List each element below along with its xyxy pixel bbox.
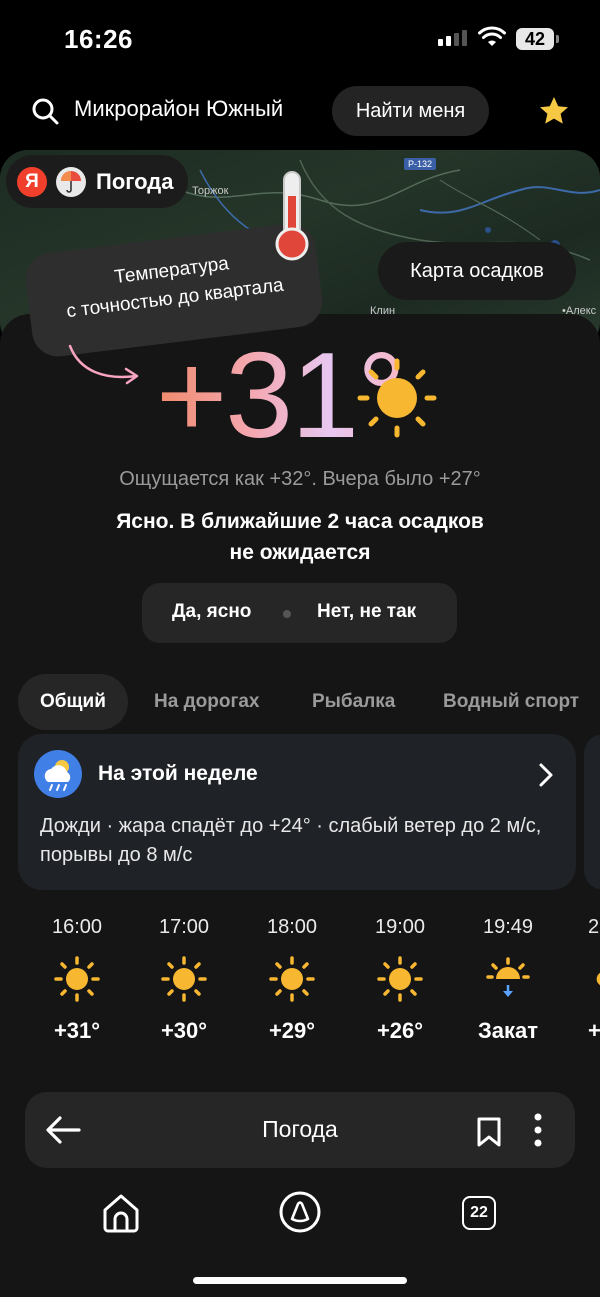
pointer-arrow-icon (68, 344, 139, 385)
yandex-weather-brand[interactable]: Я Погода (6, 155, 188, 208)
umbrella-logo-icon (56, 167, 86, 197)
hour-time: 19:00 (374, 916, 426, 938)
description-line: не ожидается (229, 541, 371, 564)
feels-like-text: Ощущается как +32°. Вчера было +27° (119, 468, 481, 490)
find-me-button[interactable]: Найти меня (332, 86, 489, 136)
hour-time: 17:00 (158, 916, 210, 938)
hour-time: 16:00 (51, 916, 103, 938)
sun-icon (269, 956, 315, 1002)
status-time: 16:26 (64, 24, 133, 54)
hour-value: +29° (268, 1018, 316, 1043)
sun-icon (377, 956, 423, 1002)
cellular-signal-icon (438, 30, 467, 46)
description-line: Ясно. В ближайшие 2 часа осадков (116, 510, 484, 533)
chevron-right-icon (539, 763, 553, 787)
sun-icon (54, 956, 100, 1002)
search-row: Микрорайон Южный Найти меня (0, 86, 600, 136)
hourly-item[interactable]: 2 + (560, 916, 600, 1044)
hour-time: 18:00 (266, 916, 318, 938)
search-icon[interactable] (30, 96, 60, 126)
hourly-item[interactable]: 16:00 +31° (22, 916, 132, 1044)
yandex-logo-icon: Я (17, 167, 47, 197)
tab-roads[interactable]: На дорогах (154, 674, 260, 730)
tabs-count-button[interactable]: 22 (462, 1196, 496, 1230)
tab-general[interactable]: Общий (18, 674, 128, 730)
feedback-yes-button[interactable]: Да, ясно (172, 601, 251, 623)
tab-water-sport[interactable]: Водный спорт (443, 674, 579, 730)
bookmark-icon[interactable] (475, 1116, 503, 1148)
brand-label: Погода (96, 169, 174, 194)
thermometer-icon (275, 171, 309, 261)
hour-value: + (588, 1018, 600, 1043)
week-forecast-card[interactable]: На этой неделе Дожди · жара спадёт до +2… (18, 734, 576, 890)
sunset-icon (486, 957, 530, 997)
map-road-label: Р-132 (404, 158, 437, 170)
hour-value: +31° (53, 1018, 101, 1043)
wifi-icon (478, 26, 506, 46)
week-title: На этой неделе (98, 762, 258, 785)
next-card-peek[interactable] (584, 734, 600, 890)
sun-icon (161, 956, 207, 1002)
tab-fishing[interactable]: Рыбалка (312, 674, 395, 730)
hour-value: +26° (376, 1018, 424, 1043)
status-bar: 16:26 42 (0, 0, 600, 80)
hourly-item[interactable]: 18:00 +29° (237, 916, 347, 1044)
hour-value: +30° (160, 1018, 208, 1043)
week-summary: Дожди · жара спадёт до +24° · слабый вет… (40, 815, 542, 866)
home-indicator (193, 1277, 407, 1284)
browser-bar: Погода (25, 1092, 575, 1168)
sun-icon (357, 358, 437, 438)
rain-cloud-icon (34, 750, 82, 798)
hourly-item[interactable]: 17:00 +30° (129, 916, 239, 1044)
map-place-label: Торжок (192, 185, 229, 197)
hour-time: 19:49 (482, 916, 534, 938)
weather-description: Ясно. В ближайшие 2 часа осадков не ожид… (0, 506, 600, 568)
forecast-feedback: Да, ясно Нет, не так (142, 583, 457, 643)
hourly-item[interactable]: 19:00 +26° (345, 916, 455, 1044)
hourly-item[interactable]: 19:49 Закат (453, 916, 563, 1044)
feedback-no-button[interactable]: Нет, не так (317, 601, 416, 623)
star-icon[interactable] (538, 95, 570, 127)
battery-icon: 42 (516, 28, 559, 50)
home-icon[interactable] (100, 1192, 142, 1234)
hour-time: 2 (588, 916, 600, 938)
separator-dot (283, 610, 291, 618)
precipitation-map-button[interactable]: Карта осадков (378, 242, 576, 300)
sun-icon (596, 972, 600, 986)
category-tabs: Общий На дорогах Рыбалка Водный спорт (18, 674, 600, 730)
alice-assistant-icon[interactable] (278, 1190, 322, 1234)
more-vertical-icon[interactable] (531, 1112, 545, 1148)
location-name[interactable]: Микрорайон Южный (74, 96, 283, 122)
hour-value: Закат (477, 1018, 539, 1043)
